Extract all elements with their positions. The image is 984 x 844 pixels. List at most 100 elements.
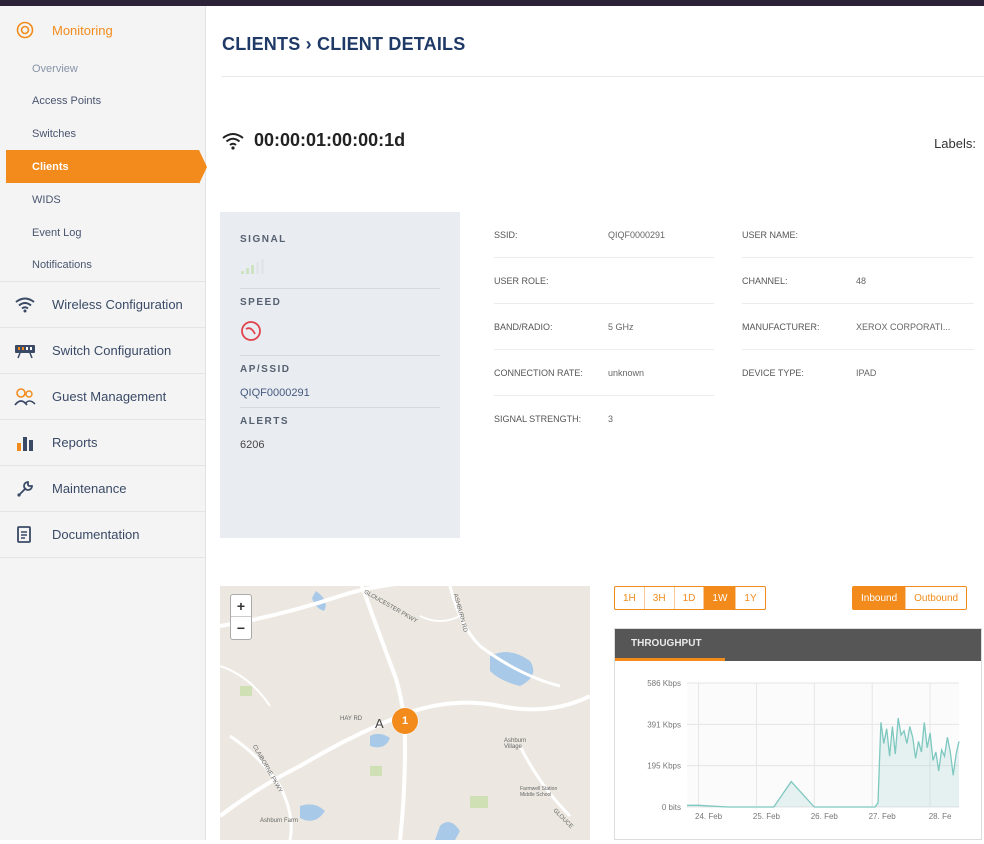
- speed-block: SPEED: [240, 289, 440, 356]
- alerts-value[interactable]: 6206: [240, 439, 440, 451]
- nav-switch-configuration-label: Switch Configuration: [52, 343, 172, 358]
- map-road-label: HAY RD: [340, 716, 363, 722]
- detail-channel: CHANNEL: 48: [742, 258, 974, 304]
- chart-x-tick-label: 27. Feb: [869, 812, 897, 821]
- nav-maintenance[interactable]: Maintenance: [0, 466, 205, 512]
- detail-manufacturer: MANUFACTURER: XEROX CORPORATI...: [742, 304, 974, 350]
- chart-x-tick-label: 25. Feb: [753, 812, 781, 821]
- detail-connection-rate: CONNECTION RATE: unknown: [494, 350, 714, 396]
- time-range-selector: 1H 3H 1D 1W 1Y: [614, 586, 766, 610]
- direction-selector: Inbound Outbound: [852, 586, 968, 610]
- sidebar: Monitoring Overview Access Points Switch…: [0, 6, 207, 840]
- sidebar-item-event-log[interactable]: Event Log: [0, 216, 205, 249]
- ssid-label: SSID:: [494, 229, 518, 240]
- alerts-block: ALERTS 6206: [240, 408, 440, 459]
- range-3h[interactable]: 3H: [645, 587, 675, 609]
- speed-label: SPEED: [240, 297, 282, 308]
- monitoring-icon: [14, 19, 36, 41]
- signal-strength-value: 3: [608, 414, 614, 424]
- ssid-value: QIQF0000291: [608, 229, 666, 240]
- sidebar-item-notifications[interactable]: Notifications: [0, 249, 205, 282]
- chart-y-tick-label: 586 Kbps: [647, 679, 681, 688]
- zoom-out-button[interactable]: −: [231, 617, 251, 639]
- wifi-icon: [14, 294, 36, 316]
- nav-documentation-label: Documentation: [52, 527, 140, 542]
- client-title: 00:00:01:00:00:1d: [222, 130, 405, 151]
- nav-wireless-configuration-label: Wireless Configuration: [52, 297, 183, 312]
- range-1d[interactable]: 1D: [675, 587, 705, 609]
- document-icon: [14, 524, 36, 546]
- alerts-label: ALERTS: [240, 416, 289, 427]
- channel-label: CHANNEL:: [742, 275, 788, 286]
- manufacturer-value: XEROX CORPORATI...: [856, 321, 951, 332]
- header-divider: [222, 76, 984, 77]
- signal-strength-icon: [241, 259, 264, 274]
- detail-band: BAND/RADIO: 5 GHz: [494, 304, 714, 350]
- sidebar-item-overview[interactable]: Overview: [0, 54, 205, 84]
- zoom-in-button[interactable]: +: [231, 595, 251, 617]
- inbound-toggle[interactable]: Inbound: [853, 587, 907, 609]
- band-label: BAND/RADIO:: [494, 321, 553, 332]
- range-1y[interactable]: 1Y: [736, 587, 764, 609]
- map-zoom-control: + −: [230, 594, 252, 640]
- map-place-label: Ashburn Farm: [260, 818, 299, 824]
- sidebar-item-clients[interactable]: Clients: [6, 150, 207, 184]
- detail-user-role: USER ROLE:: [494, 258, 714, 304]
- sidebar-item-switches[interactable]: Switches: [0, 117, 205, 150]
- speedometer-icon: [241, 321, 261, 341]
- nav-reports[interactable]: Reports: [0, 420, 205, 466]
- chart-x-tick-label: 26. Feb: [811, 812, 839, 821]
- nav-guest-management[interactable]: Guest Management: [0, 374, 205, 420]
- detail-user-name: USER NAME:: [742, 212, 974, 258]
- chart-y-tick-label: 391 Kbps: [647, 720, 681, 729]
- channel-value: 48: [856, 275, 867, 286]
- band-value: 5 GHz: [608, 321, 634, 332]
- location-map[interactable]: GLOUCESTER PKWY ASHBURN RD HAY RD CLAIBO…: [220, 586, 590, 840]
- connection-rate-value: unknown: [608, 367, 645, 378]
- ap-ssid-value[interactable]: QIQF0000291: [240, 387, 440, 399]
- user-name-label: USER NAME:: [742, 229, 799, 240]
- nav-switch-configuration[interactable]: Switch Configuration: [0, 328, 205, 374]
- client-mac-address: 00:00:01:00:00:1d: [254, 130, 406, 150]
- nav-monitoring[interactable]: Monitoring: [0, 6, 205, 54]
- chart-x-tick-label: 28. Fe: [929, 812, 952, 821]
- throughput-chart: 586 Kbps 391 Kbps 195 Kbps 0 bits 24. Feb 25.…: [647, 679, 960, 821]
- map-cluster-marker[interactable]: 1: [392, 708, 418, 734]
- ap-ssid-label: AP/SSID: [240, 364, 291, 375]
- wifi-icon: [222, 132, 244, 150]
- outbound-toggle[interactable]: Outbound: [906, 587, 966, 609]
- range-1h[interactable]: 1H: [615, 587, 645, 609]
- nav-guest-management-label: Guest Management: [52, 389, 167, 404]
- detail-signal-strength: SIGNAL STRENGTH: 3: [494, 396, 714, 442]
- nav-wireless-configuration[interactable]: Wireless Configuration: [0, 282, 205, 328]
- tab-throughput[interactable]: THROUGHPUT: [615, 629, 725, 661]
- throughput-panel: THROUGHPUT 586 Kbps 391 Kbps 195 Kbps 0 bit…: [614, 628, 982, 840]
- sidebar-item-wids[interactable]: WIDS: [0, 183, 205, 216]
- switch-icon: [14, 340, 36, 362]
- detail-device-type: DEVICE TYPE: IPAD: [742, 350, 974, 396]
- guests-icon: [14, 386, 36, 408]
- range-1w[interactable]: 1W: [704, 587, 737, 609]
- nav-reports-label: Reports: [52, 435, 98, 450]
- map-place-label: Farmwell Station Middle School: [520, 786, 558, 798]
- ap-ssid-block: AP/SSID QIQF0000291: [240, 356, 440, 408]
- wrench-icon: [14, 478, 36, 500]
- connection-rate-label: CONNECTION RATE:: [494, 367, 583, 378]
- sidebar-item-access-points[interactable]: Access Points: [0, 84, 205, 117]
- device-type-label: DEVICE TYPE:: [742, 368, 804, 378]
- nav-documentation[interactable]: Documentation: [0, 512, 205, 558]
- chart-y-tick-label: 195 Kbps: [647, 762, 681, 771]
- manufacturer-label: MANUFACTURER:: [742, 321, 820, 332]
- main-content: CLIENTS › CLIENT DETAILS 00:00:01:00:00:…: [206, 6, 984, 840]
- user-role-label: USER ROLE:: [494, 275, 549, 286]
- breadcrumb: CLIENTS › CLIENT DETAILS: [222, 34, 466, 54]
- signal-block: SIGNAL: [240, 226, 440, 289]
- chart-y-tick-label: 0 bits: [662, 803, 681, 812]
- signal-label: SIGNAL: [240, 234, 287, 245]
- nav-maintenance-label: Maintenance: [52, 481, 127, 496]
- bar-chart-icon: [14, 432, 36, 454]
- nav-monitoring-label: Monitoring: [52, 22, 113, 38]
- device-type-value: IPAD: [856, 368, 877, 378]
- detail-ssid: SSID: QIQF0000291: [494, 212, 714, 258]
- chart-x-tick-label: 24. Feb: [695, 812, 723, 821]
